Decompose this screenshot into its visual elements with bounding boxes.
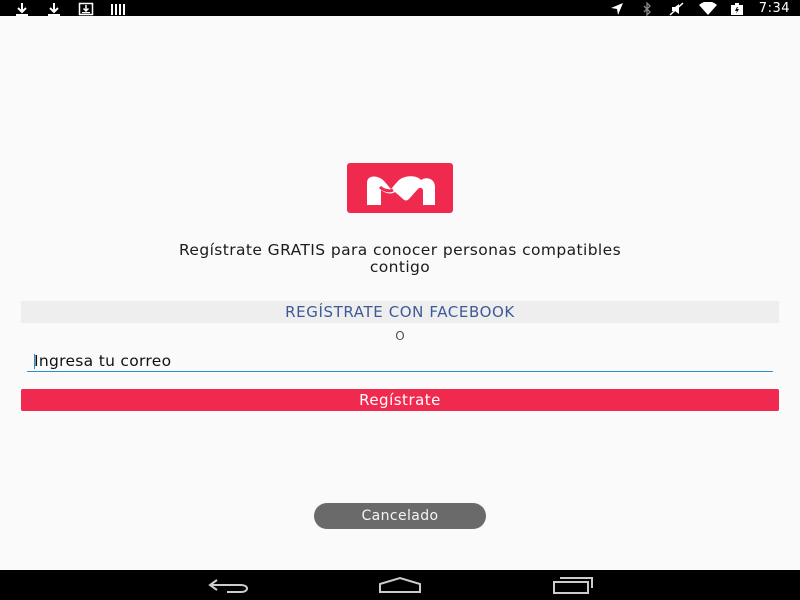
location-icon [609,1,625,15]
wifi-icon [698,1,717,15]
battery-charging-icon [729,1,745,15]
register-button[interactable]: Regístrate [21,389,779,411]
back-icon[interactable] [205,574,255,596]
or-separator: O [395,329,405,343]
home-icon[interactable] [375,574,425,596]
facebook-signup-button[interactable]: REGÍSTRATE CON FACEBOOK [21,301,779,323]
navigation-bar [0,570,800,600]
signup-screen: 7:34 Regístrate GRATIS para conocer pers… [0,0,800,600]
barcode-icon [110,1,126,15]
download-box-icon [78,1,94,16]
toast-message: Cancelado [314,503,486,529]
signup-tagline: Regístrate GRATIS para conocer personas … [60,242,740,276]
download-icon [14,1,30,16]
clock: 7:34 [758,0,790,16]
mute-icon [669,1,685,16]
recent-apps-icon[interactable] [547,574,597,596]
text-cursor [34,354,35,369]
app-logo-icon [347,163,453,213]
status-bar: 7:34 [0,0,800,17]
download-icon [46,1,62,16]
tagline-line-2: contigo [369,258,431,276]
email-field[interactable] [27,350,773,372]
bluetooth-icon [639,1,655,17]
tagline-line-1: Regístrate GRATIS para conocer personas … [178,241,622,259]
